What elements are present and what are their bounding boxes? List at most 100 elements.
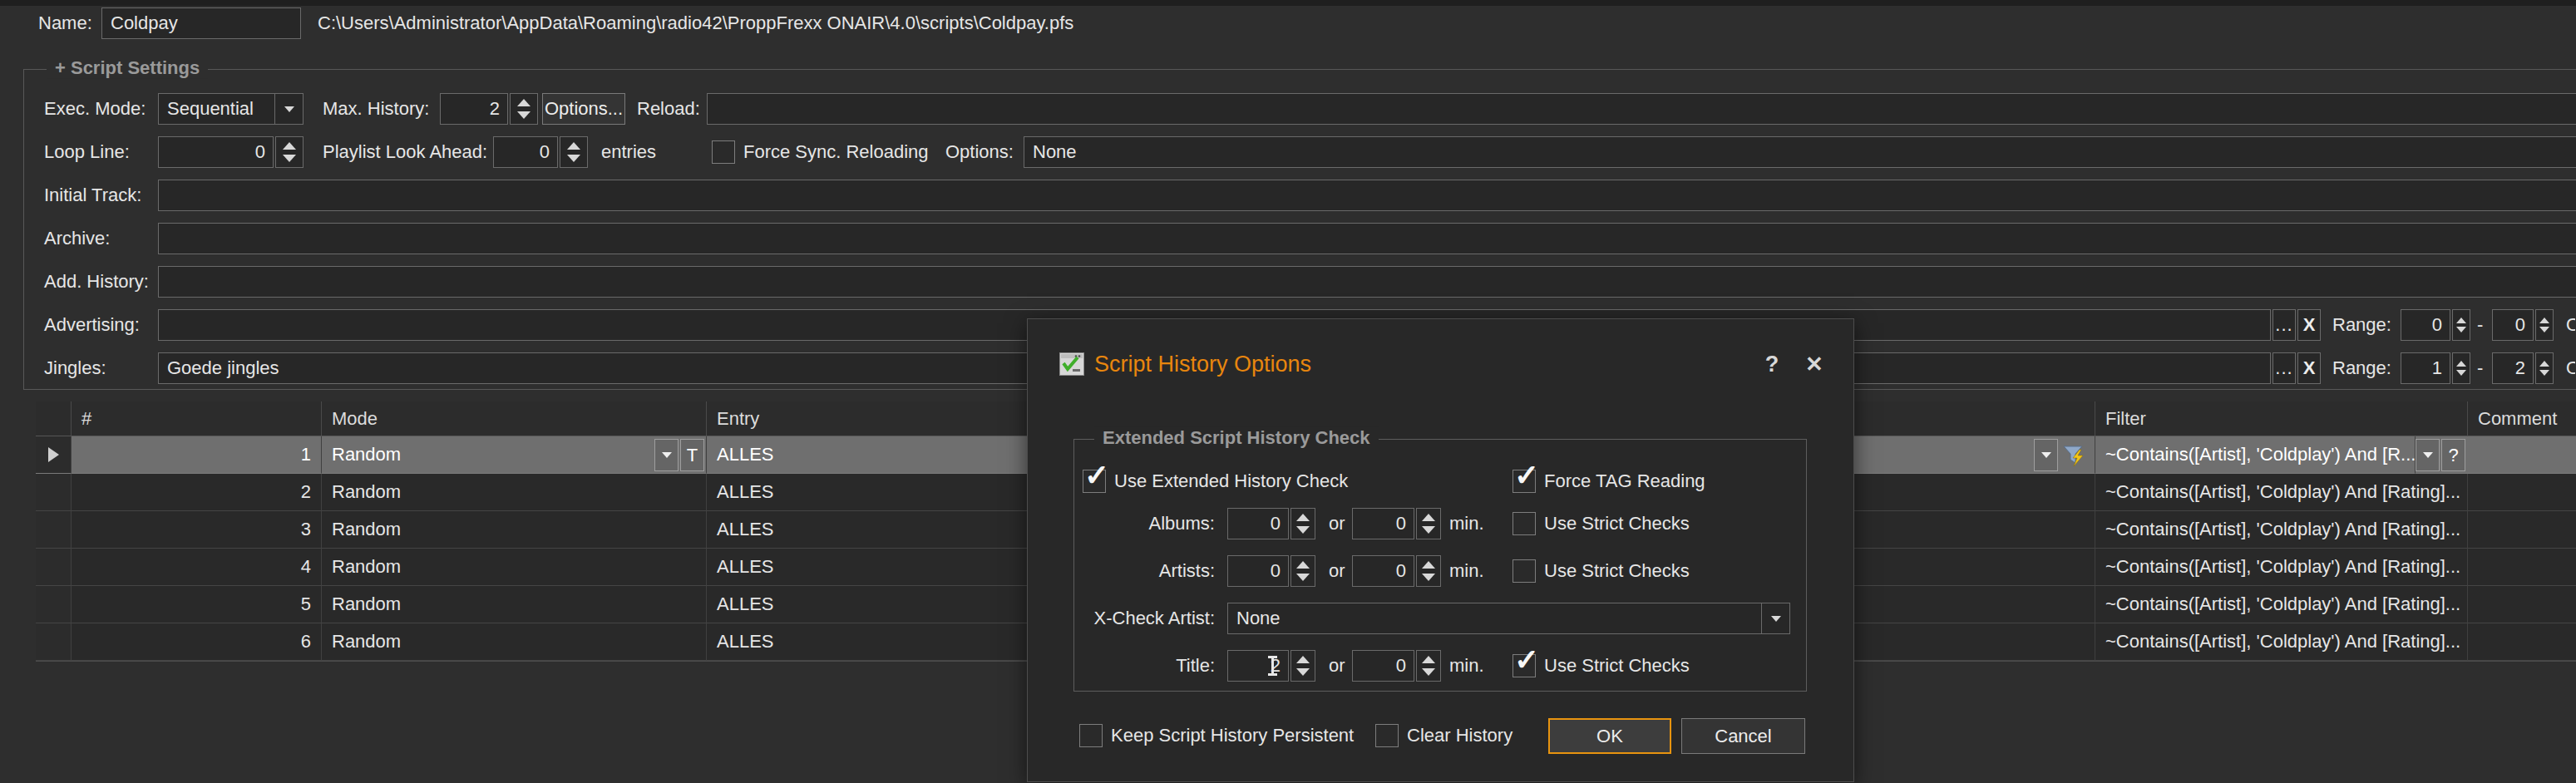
cell-num[interactable]: 3 [72, 511, 322, 549]
artists-strict-checkbox[interactable]: ✓ [1513, 559, 1536, 583]
max-history-value[interactable]: 2 [440, 93, 508, 125]
max-history-arrows[interactable] [510, 93, 538, 125]
artists-spinner[interactable]: 0 [1227, 555, 1315, 587]
cell-mode[interactable]: Random [322, 586, 707, 623]
keep-history-checkbox[interactable]: ✓ [1079, 724, 1103, 747]
jingles-range-to-spinner[interactable]: 2 [2492, 352, 2554, 384]
name-input[interactable]: Coldpay [101, 7, 301, 39]
artists-min-value[interactable]: 0 [1352, 555, 1414, 587]
cell-mode[interactable]: Random [322, 623, 707, 661]
title-value[interactable]: 2 [1227, 650, 1289, 682]
cell-filter[interactable]: ~Contains([Artist], 'Coldplay') And [Rat… [2095, 586, 2468, 623]
filter-dropdown-icon[interactable] [2416, 439, 2440, 471]
advertising-range-from-spinner[interactable]: 0 [2401, 309, 2470, 341]
column-header[interactable] [36, 401, 72, 436]
albums-value[interactable]: 0 [1227, 508, 1289, 539]
exec-mode-dropdown-icon[interactable] [274, 94, 303, 124]
options-button[interactable]: Options... [542, 93, 625, 125]
cell-num[interactable]: 4 [72, 549, 322, 586]
jingles-range-from-spinner[interactable]: 1 [2401, 352, 2470, 384]
adv-range-from-arrows[interactable] [2452, 309, 2470, 341]
title-arrows[interactable] [1290, 650, 1315, 682]
reload-input[interactable] [707, 93, 2576, 125]
cell-filter[interactable]: ~Contains([Artist], 'Coldplay') And [Rat… [2095, 549, 2468, 586]
dialog-close-button[interactable]: ✕ [1799, 347, 1829, 381]
look-ahead-value[interactable]: 0 [493, 136, 558, 168]
cell-filter[interactable]: ~Contains([Artist], 'Coldplay') And [Rat… [2095, 511, 2468, 549]
adv-range-to-value[interactable]: 0 [2492, 309, 2534, 341]
column-header-mode[interactable]: Mode [322, 401, 707, 436]
clear-history-checkbox[interactable]: ✓ [1375, 724, 1399, 747]
title-strict-checkbox[interactable]: ✓ [1513, 654, 1536, 677]
script-settings-legend[interactable]: + Script Settings [47, 57, 208, 79]
xcheck-dropdown-icon[interactable] [1761, 603, 1789, 633]
cell-filter[interactable]: ~Contains([Artist], 'Coldplay') And [Rat… [2095, 474, 2468, 511]
cell-filter[interactable]: ~Contains([Artist], 'Coldplay') And [R..… [2095, 436, 2416, 474]
albums-spinner[interactable]: 0 [1227, 508, 1315, 539]
advertising-browse-button[interactable]: ... [2273, 309, 2296, 341]
advertising-range-to-spinner[interactable]: 0 [2492, 309, 2554, 341]
jin-range-from-value[interactable]: 1 [2401, 352, 2450, 384]
options-value-field[interactable]: None [1024, 136, 2576, 168]
look-ahead-spinner[interactable]: 0 [493, 136, 588, 168]
loop-line-value[interactable]: 0 [158, 136, 274, 168]
column-header-num[interactable]: # [72, 401, 322, 436]
albums-min-arrows[interactable] [1416, 508, 1441, 539]
initial-track-input[interactable] [158, 180, 2576, 211]
column-header-filter[interactable]: Filter [2095, 401, 2468, 436]
use-extended-checkbox[interactable]: ✓ [1083, 470, 1106, 493]
jin-range-from-arrows[interactable] [2452, 352, 2470, 384]
archive-input[interactable] [158, 223, 2576, 254]
artists-min-spinner[interactable]: 0 [1352, 555, 1441, 587]
artists-arrows[interactable] [1290, 555, 1315, 587]
cell-comment[interactable] [2468, 549, 2576, 586]
jin-range-to-value[interactable]: 2 [2492, 352, 2534, 384]
filter-lightning-icon[interactable] [2061, 441, 2088, 468]
albums-arrows[interactable] [1290, 508, 1315, 539]
look-ahead-arrows[interactable] [560, 136, 588, 168]
exec-mode-select[interactable]: Sequential [158, 93, 303, 125]
mode-t-button[interactable]: T [680, 439, 704, 471]
add-history-input[interactable] [158, 266, 2576, 298]
jingles-clear-button[interactable]: X [2297, 352, 2321, 384]
cell-mode[interactable]: Random [322, 474, 707, 511]
cell-num[interactable]: 5 [72, 586, 322, 623]
artists-min-arrows[interactable] [1416, 555, 1441, 587]
cell-mode[interactable]: Random [322, 511, 707, 549]
cancel-button[interactable]: Cancel [1681, 718, 1805, 754]
cell-comment[interactable] [2468, 474, 2576, 511]
ok-button[interactable]: OK [1548, 718, 1671, 754]
advertising-clear-button[interactable]: X [2297, 309, 2321, 341]
jin-range-to-arrows[interactable] [2535, 352, 2554, 384]
loop-line-arrows[interactable] [275, 136, 303, 168]
cell-num[interactable]: 1 [72, 436, 322, 474]
cell-comment[interactable] [2468, 623, 2576, 661]
xcheck-select[interactable]: None [1227, 603, 1790, 634]
cell-comment[interactable] [2468, 511, 2576, 549]
artists-value[interactable]: 0 [1227, 555, 1289, 587]
albums-min-spinner[interactable]: 0 [1352, 508, 1441, 539]
loop-line-spinner[interactable]: 0 [158, 136, 303, 168]
max-history-spinner[interactable]: 2 [440, 93, 538, 125]
force-sync-checkbox[interactable]: ✓ [712, 140, 735, 164]
title-spinner[interactable]: 2 [1227, 650, 1315, 682]
mode-dropdown-icon[interactable] [654, 439, 679, 471]
albums-strict-checkbox[interactable]: ✓ [1513, 512, 1536, 535]
column-header-comment[interactable]: Comment [2468, 401, 2576, 436]
title-min-arrows[interactable] [1416, 650, 1441, 682]
cell-num[interactable]: 2 [72, 474, 322, 511]
filter-help-button[interactable]: ? [2441, 439, 2465, 471]
cell-mode[interactable]: Random [322, 436, 707, 474]
cell-comment[interactable] [2468, 436, 2576, 474]
adv-range-to-arrows[interactable] [2535, 309, 2554, 341]
dialog-help-button[interactable]: ? [1757, 347, 1787, 381]
force-tag-checkbox[interactable]: ✓ [1513, 470, 1536, 493]
cell-num[interactable]: 6 [72, 623, 322, 661]
cell-filter[interactable]: ~Contains([Artist], 'Coldplay') And [Rat… [2095, 623, 2468, 661]
cell-comment[interactable] [2468, 586, 2576, 623]
adv-range-from-value[interactable]: 0 [2401, 309, 2450, 341]
title-min-spinner[interactable]: 0 [1352, 650, 1441, 682]
albums-min-value[interactable]: 0 [1352, 508, 1414, 539]
jingles-browse-button[interactable]: ... [2273, 352, 2296, 384]
cell-mode[interactable]: Random [322, 549, 707, 586]
